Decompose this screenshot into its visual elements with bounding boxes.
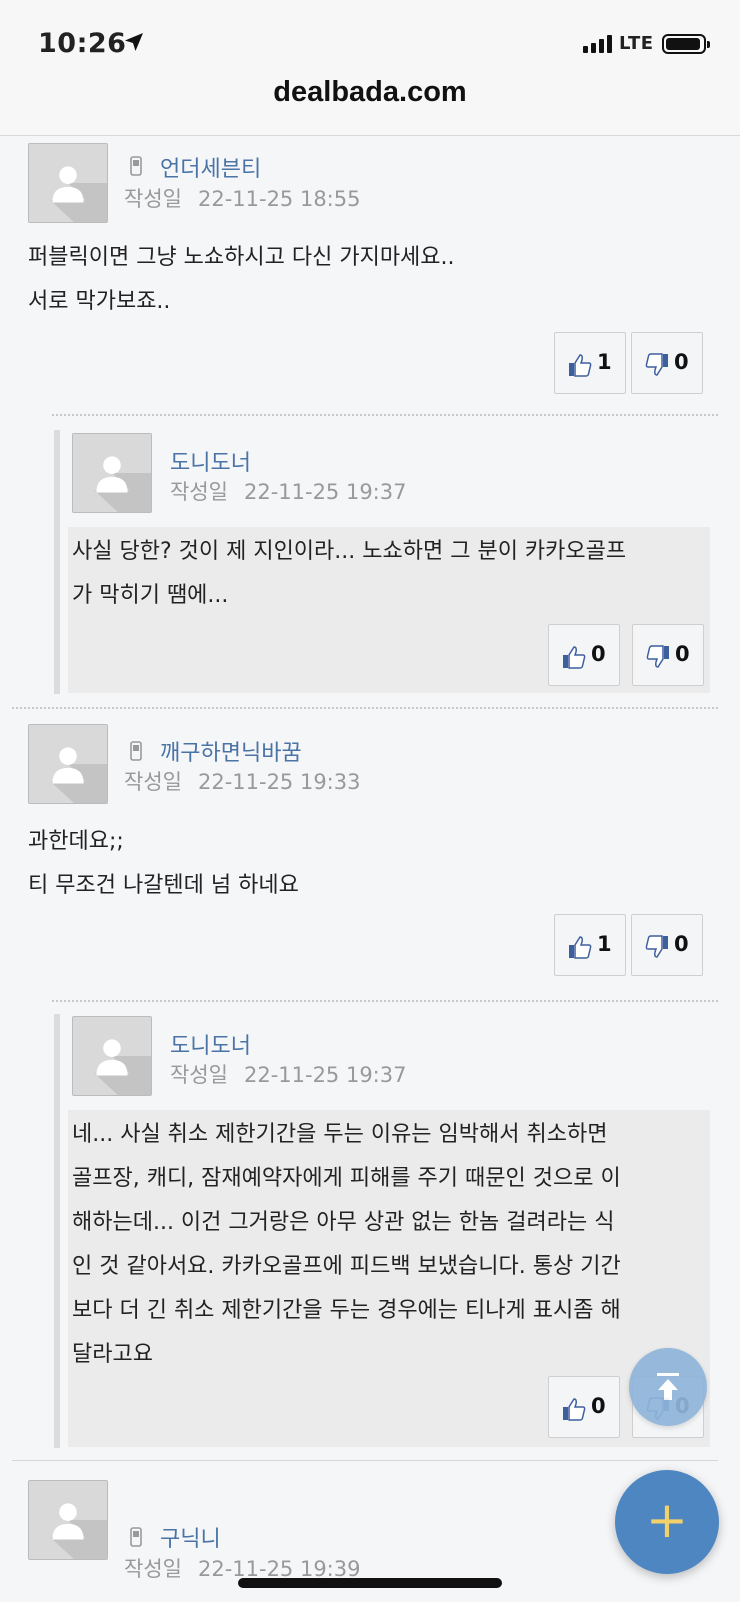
date-label: 작성일 bbox=[170, 1063, 228, 1087]
comment-divider bbox=[12, 1460, 718, 1461]
reply-meta: 작성일 22-11-25 19:37 bbox=[170, 1059, 406, 1089]
dislike-count: 0 bbox=[674, 350, 689, 374]
reply-line: 달라고요 bbox=[72, 1342, 153, 1367]
default-user-avatar-icon bbox=[29, 144, 107, 222]
reply-author[interactable]: 도니도너 bbox=[170, 445, 251, 477]
date-label: 작성일 bbox=[124, 187, 182, 211]
thumbs-down-icon bbox=[645, 353, 668, 376]
reply-meta: 작성일 22-11-25 19:37 bbox=[170, 476, 406, 506]
browser-top-bar: 10:26 LTE dealbada.com bbox=[0, 0, 740, 136]
like-button[interactable]: 1 bbox=[554, 914, 626, 976]
comment-date: 22-11-25 18:55 bbox=[197, 187, 361, 211]
mobile-phone-icon bbox=[130, 1527, 142, 1547]
thumbs-up-icon bbox=[569, 354, 592, 377]
battery-icon bbox=[662, 34, 710, 54]
reply-line: 가 막히기 땜에... bbox=[72, 583, 229, 608]
comment-author[interactable]: 구닉니 bbox=[160, 1521, 221, 1553]
url-bar[interactable]: dealbada.com bbox=[0, 76, 740, 109]
reply-divider bbox=[52, 1000, 718, 1002]
date-label: 작성일 bbox=[170, 480, 228, 504]
like-button[interactable]: 0 bbox=[548, 1376, 620, 1438]
reply-line: 보다 더 긴 취소 제한기간을 두는 경우에는 티나게 표시좀 해 bbox=[72, 1298, 621, 1323]
comment-meta: 작성일 22-11-25 19:33 bbox=[124, 766, 360, 796]
avatar[interactable] bbox=[28, 1480, 108, 1560]
reply-indent-bar bbox=[54, 430, 60, 694]
add-comment-button[interactable]: + bbox=[615, 1470, 719, 1574]
comment-body: 퍼블릭이면 그냥 노쇼하시고 다신 가지마세요.. 서로 막가보죠.. bbox=[28, 236, 455, 324]
status-time: 10:26 bbox=[38, 28, 127, 59]
reply-line: 골프장, 캐디, 잠재예약자에게 피해를 주기 때문인 것으로 이 bbox=[72, 1166, 621, 1191]
avatar[interactable] bbox=[28, 143, 108, 223]
scroll-to-top-icon bbox=[657, 1373, 679, 1400]
like-count: 0 bbox=[591, 1394, 606, 1418]
date-label: 작성일 bbox=[124, 770, 182, 794]
mobile-phone-icon bbox=[130, 741, 142, 761]
like-button[interactable]: 1 bbox=[554, 332, 626, 394]
cellular-signal-icon bbox=[583, 35, 612, 53]
comment-body: 과한데요;; 티 무조건 나갈텐데 넘 하네요 bbox=[28, 820, 299, 908]
comment-date: 22-11-25 19:33 bbox=[197, 770, 361, 794]
comment-line: 티 무조건 나갈텐데 넘 하네요 bbox=[28, 873, 299, 898]
thumbs-up-icon bbox=[569, 936, 592, 959]
avatar[interactable] bbox=[72, 433, 152, 513]
reply-author[interactable]: 도니도너 bbox=[170, 1028, 251, 1060]
location-arrow-icon bbox=[125, 33, 143, 51]
comment-line: 과한데요;; bbox=[28, 829, 124, 854]
thumbs-up-icon bbox=[563, 1398, 586, 1421]
avatar[interactable] bbox=[28, 724, 108, 804]
reply-date: 22-11-25 19:37 bbox=[243, 1063, 407, 1087]
dislike-button[interactable]: 0 bbox=[631, 332, 703, 394]
reply-line: 사실 당한? 것이 제 지인이라... 노쇼하면 그 분이 카카오골프 bbox=[72, 539, 627, 564]
reply-body: 네... 사실 취소 제한기간을 두는 이유는 임박해서 취소하면 골프장, 캐… bbox=[72, 1113, 621, 1377]
dislike-button[interactable]: 0 bbox=[632, 624, 704, 686]
reply-date: 22-11-25 19:37 bbox=[243, 480, 407, 504]
scroll-to-top-button[interactable] bbox=[629, 1348, 707, 1426]
reply-divider bbox=[52, 414, 718, 416]
like-button[interactable]: 0 bbox=[548, 624, 620, 686]
comment-line: 서로 막가보죠.. bbox=[28, 289, 171, 314]
home-indicator bbox=[238, 1578, 502, 1588]
default-user-avatar-icon bbox=[29, 1481, 107, 1559]
reply-line: 네... 사실 취소 제한기간을 두는 이유는 임박해서 취소하면 bbox=[72, 1122, 608, 1147]
thumbs-down-icon bbox=[646, 645, 669, 668]
reply-line: 해하는데... 이건 그거랑은 아무 상관 없는 한놈 걸려라는 식 bbox=[72, 1210, 615, 1235]
reply-body: 사실 당한? 것이 제 지인이라... 노쇼하면 그 분이 카카오골프 가 막히… bbox=[72, 530, 626, 618]
mobile-phone-icon bbox=[130, 156, 142, 176]
like-count: 0 bbox=[591, 642, 606, 666]
comment-meta: 작성일 22-11-25 18:55 bbox=[124, 183, 360, 213]
comment-author[interactable]: 언더세븐티 bbox=[160, 151, 261, 183]
dislike-count: 0 bbox=[675, 642, 690, 666]
network-type: LTE bbox=[619, 33, 654, 54]
default-user-avatar-icon bbox=[73, 1017, 151, 1095]
plus-icon: + bbox=[646, 1491, 688, 1549]
comment-author[interactable]: 깨구하면닉바꿈 bbox=[160, 735, 302, 767]
avatar[interactable] bbox=[72, 1016, 152, 1096]
thumbs-up-icon bbox=[563, 646, 586, 669]
date-label: 작성일 bbox=[124, 1557, 182, 1581]
thumbs-down-icon bbox=[645, 935, 668, 958]
dislike-count: 0 bbox=[674, 932, 689, 956]
like-count: 1 bbox=[597, 932, 612, 956]
like-count: 1 bbox=[597, 350, 612, 374]
comment-divider bbox=[12, 707, 718, 709]
default-user-avatar-icon bbox=[73, 434, 151, 512]
dislike-button[interactable]: 0 bbox=[631, 914, 703, 976]
comment-line: 퍼블릭이면 그냥 노쇼하시고 다신 가지마세요.. bbox=[28, 245, 455, 270]
reply-indent-bar bbox=[54, 1014, 60, 1448]
default-user-avatar-icon bbox=[29, 725, 107, 803]
reply-line: 인 것 같아서요. 카카오골프에 피드백 보냈습니다. 통상 기간 bbox=[72, 1254, 621, 1279]
